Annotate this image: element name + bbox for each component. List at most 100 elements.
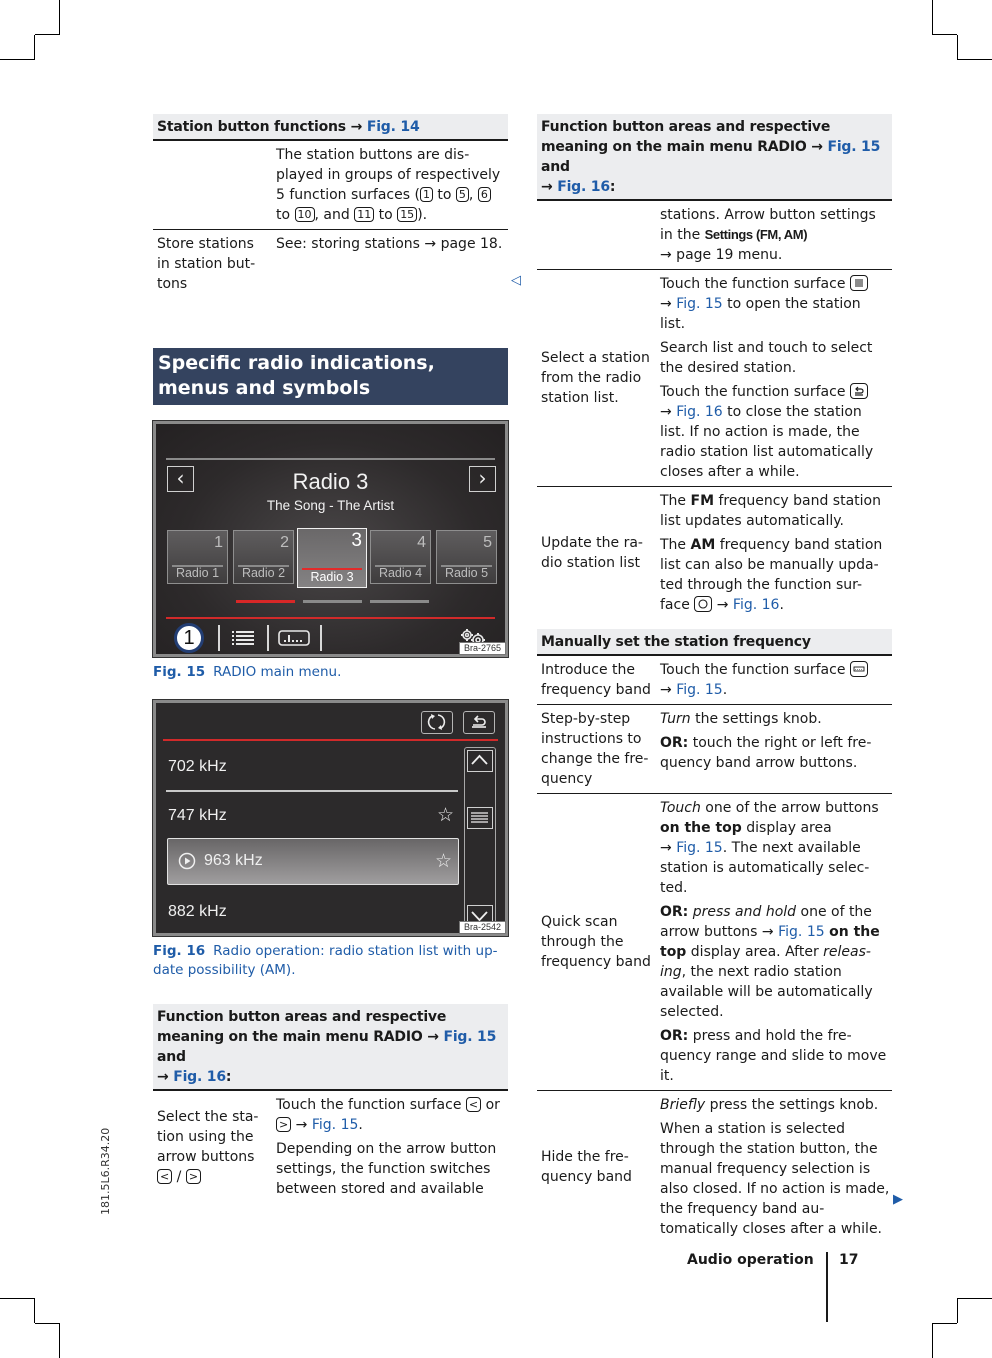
table-row: Introduce the frequency band Touch the f… xyxy=(537,656,892,705)
preset-button-4[interactable]: 4 Radio 4 xyxy=(370,530,431,584)
table-row: Update the ra-dio station list The FM fr… xyxy=(537,487,892,619)
table-header: Function button areas and respective mea… xyxy=(153,1004,508,1091)
station-button-functions-table: Station button functions → Fig. 14 The s… xyxy=(153,114,508,298)
crop-mark xyxy=(957,1298,992,1323)
row-label: Step-by-step instructions to change the … xyxy=(541,711,649,787)
table-row: Quick scan through the frequency band To… xyxy=(537,794,892,1091)
update-station-list-button[interactable] xyxy=(421,711,453,734)
fig-15-link[interactable]: Fig. 15 xyxy=(676,840,723,856)
row-description: Touch the function surface → Fig. 15 to … xyxy=(660,275,874,480)
preset-buttons: 1 Radio 1 2 Radio 2 3 Radio 3 4 Radio 4 5 Rad… xyxy=(167,528,497,588)
table-header: Station button functions → Fig. 14 xyxy=(153,114,508,141)
favorite-star-icon[interactable]: ☆ xyxy=(435,851,452,871)
page-dot xyxy=(370,600,429,603)
table-header: Function button areas and respective mea… xyxy=(537,114,892,201)
fig-15-link[interactable]: Fig. 15 xyxy=(778,924,825,940)
table-row: The station buttons are dis-played in gr… xyxy=(153,141,508,230)
station-key-5: 5 xyxy=(455,187,469,202)
station-key-11: 11 xyxy=(354,207,375,222)
left-arrow-key: < xyxy=(157,1169,173,1184)
bottom-toolbar: 1 xyxy=(166,622,495,654)
fig-15-link[interactable]: Fig. 15 xyxy=(443,1029,496,1045)
fig-15-link[interactable]: Fig. 15 xyxy=(676,296,723,312)
table-row: Hide the fre-quency band Briefly press t… xyxy=(537,1091,892,1243)
footer-section-title: Audio operation xyxy=(687,1252,814,1268)
list-icon xyxy=(849,275,868,291)
row-label: Update the ra-dio station list xyxy=(541,535,643,571)
preset-button-5[interactable]: 5 Radio 5 xyxy=(436,530,497,584)
refresh-icon xyxy=(694,596,713,612)
fig-15-radio-main-menu: ‹ › Radio 3 The Song - The Artist 1 Radio… xyxy=(152,420,509,658)
station-list-item[interactable]: 702 kHz xyxy=(168,757,227,777)
preset-button-1[interactable]: 1 Radio 1 xyxy=(167,530,228,584)
table-row: Store stations in station but-tons See: … xyxy=(153,230,508,298)
preset-button-2[interactable]: 2 Radio 2 xyxy=(233,530,294,584)
station-key-15: 15 xyxy=(397,207,418,222)
preset-page-indicator xyxy=(236,600,436,603)
footer-divider xyxy=(826,1252,828,1322)
left-arrow-key: < xyxy=(465,1097,482,1112)
scroll-up-button[interactable] xyxy=(467,750,493,772)
row-description: Turn the settings knob. OR: touch the ri… xyxy=(660,711,872,771)
station-list-item[interactable]: 882 kHz xyxy=(168,902,227,922)
crop-mark xyxy=(0,35,35,60)
page-number: 17 xyxy=(839,1252,859,1268)
continue-marker-icon: ◁ xyxy=(511,273,521,288)
station-list-icon[interactable] xyxy=(232,630,254,646)
crop-mark xyxy=(35,0,60,35)
row-label: Hide the fre-quency band xyxy=(541,1149,632,1185)
fig-16-link[interactable]: Fig. 16 xyxy=(557,179,610,195)
now-playing: The Song - The Artist xyxy=(266,498,395,513)
image-code: Bra-2765 xyxy=(458,642,506,655)
right-arrow-key: > xyxy=(276,1117,292,1132)
fig-15-link[interactable]: Fig. 15 xyxy=(312,1117,359,1133)
row-label: Store stations in station but-tons xyxy=(157,236,256,292)
section-heading: Specific radio indications, menus and sy… xyxy=(153,348,508,405)
favorite-star-icon[interactable]: ☆ xyxy=(437,806,454,826)
fig-16-link[interactable]: Fig. 16 xyxy=(733,597,780,613)
manual-frequency-icon[interactable] xyxy=(278,630,310,646)
crop-mark xyxy=(932,0,957,35)
divider xyxy=(267,625,269,651)
fig-16-station-list: 702 kHz 747 kHz ☆ 963 kHz ☆ 882 kHz Bra-2… xyxy=(152,699,509,937)
row-description: Touch one of the arrow buttons on the to… xyxy=(660,800,887,1084)
station-key-6: 6 xyxy=(477,187,491,202)
function-button-areas-table: Function button areas and respective mea… xyxy=(153,1004,508,1203)
back-button[interactable] xyxy=(463,711,495,734)
row-description: Briefly press the settings knob. When a … xyxy=(660,1097,890,1237)
station-key-1: 1 xyxy=(419,187,433,202)
fig-15-link[interactable]: Fig. 15 xyxy=(676,682,723,698)
menu-divider xyxy=(166,617,495,619)
right-arrow-key: > xyxy=(185,1169,202,1184)
scroll-handle-icon[interactable] xyxy=(467,807,493,829)
table-row: stations. Arrow button settings in the S… xyxy=(537,201,892,270)
scrollbar[interactable] xyxy=(464,747,496,931)
row-description: See: storing stations → page 18. xyxy=(276,236,503,252)
header-divider xyxy=(163,739,498,741)
playing-icon xyxy=(178,852,196,870)
station-name: Radio 3 xyxy=(292,469,369,494)
table-row: Step-by-step instructions to change the … xyxy=(537,705,892,794)
manual-frequency-table: Manually set the station frequency Intro… xyxy=(537,629,892,1243)
fig-16-link[interactable]: Fig. 16 xyxy=(676,404,723,420)
fig-16-link[interactable]: Fig. 16 xyxy=(173,1069,226,1085)
divider xyxy=(320,625,322,651)
continue-next-page-icon: ▶ xyxy=(893,1192,903,1207)
row-description: The station buttons are dis-played in gr… xyxy=(276,147,501,223)
station-key-10: 10 xyxy=(294,207,315,222)
station-list-item-selected[interactable]: 963 kHz ☆ xyxy=(167,838,459,885)
row-description: stations. Arrow button settings in the S… xyxy=(660,207,876,263)
crop-mark xyxy=(957,35,992,60)
row-description: Touch the function surface → Fig. 15. xyxy=(656,656,892,704)
fig-14-link[interactable]: Fig. 14 xyxy=(367,119,420,135)
page-dot xyxy=(303,600,362,603)
station-list-item[interactable]: 747 kHz ☆ xyxy=(168,806,460,826)
table-row: Select the sta-tion using the arrow butt… xyxy=(153,1091,508,1203)
row-label xyxy=(153,141,272,229)
preset-button-3[interactable]: 3 Radio 3 xyxy=(297,528,367,588)
callout-marker: 1 xyxy=(174,623,204,653)
crop-mark xyxy=(932,1323,957,1358)
fig-15-link[interactable]: Fig. 15 xyxy=(827,139,880,155)
row-label: Quick scan through the frequency band xyxy=(541,914,651,970)
left-column: Station button functions → Fig. 14 The s… xyxy=(152,114,521,1203)
